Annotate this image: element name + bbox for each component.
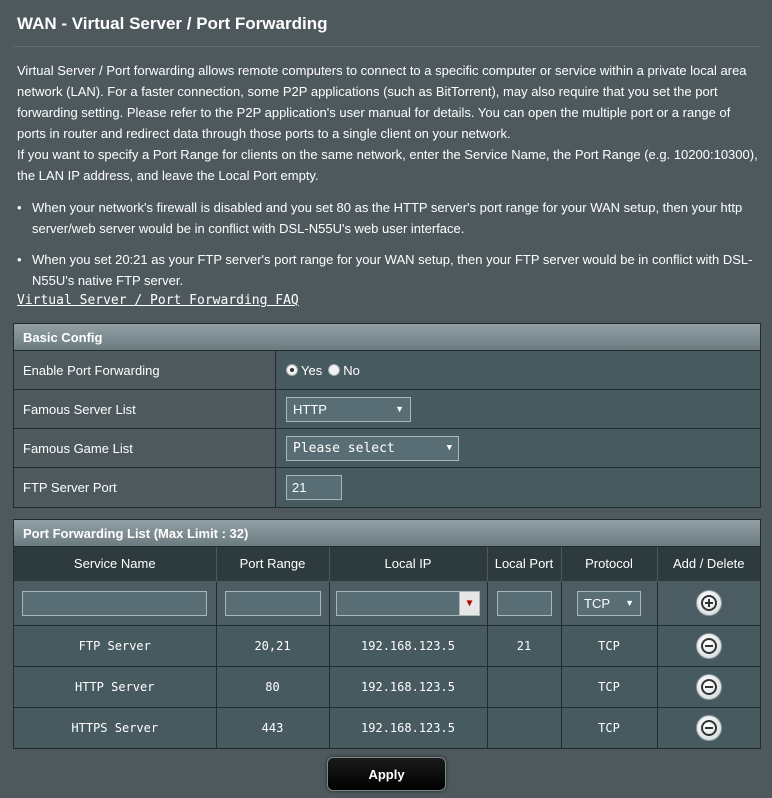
enable-port-forwarding-label: Enable Port Forwarding	[14, 351, 276, 389]
service-name-cell: FTP Server	[14, 625, 217, 667]
description: Virtual Server / Port forwarding allows …	[17, 60, 761, 186]
chevron-down-icon: ▼	[395, 404, 404, 414]
local-port-cell: 21	[487, 625, 562, 667]
minus-circle-icon	[700, 719, 717, 736]
local-port-cell	[487, 666, 562, 708]
local-ip-cell: 192.168.123.5	[329, 666, 488, 708]
local-port-cell	[487, 707, 562, 748]
famous-game-list-label: Famous Game List	[14, 429, 276, 467]
port-range-cell: 20,21	[216, 625, 330, 667]
description-paragraph-2: If you want to specify a Port Range for …	[17, 147, 758, 183]
port-forwarding-table: Service Name Port Range Local IP Local P…	[14, 547, 760, 748]
port-range-cell: 80	[216, 666, 330, 708]
service-name-cell: HTTPS Server	[14, 707, 217, 748]
protocol-cell: TCP	[561, 666, 658, 708]
protocol-select[interactable]: TCP ▼	[577, 590, 641, 616]
description-paragraph-1: Virtual Server / Port forwarding allows …	[17, 63, 747, 141]
local-ip-cell: 192.168.123.5	[329, 707, 488, 748]
column-header-service-name: Service Name	[14, 547, 217, 582]
famous-server-list-label: Famous Server List	[14, 390, 276, 428]
famous-server-select[interactable]: HTTP ▼	[286, 396, 411, 422]
delete-rule-button[interactable]	[695, 714, 722, 741]
ftp-server-port-label: FTP Server Port	[14, 468, 276, 507]
local-ip-cell: 192.168.123.5	[329, 625, 488, 667]
column-header-local-port: Local Port	[487, 547, 562, 582]
port-range-cell: 443	[216, 707, 330, 748]
port-forwarding-list-section: Port Forwarding List (Max Limit : 32) Se…	[13, 519, 761, 749]
protocol-cell: TCP	[561, 707, 658, 748]
famous-server-value: HTTP	[293, 401, 327, 417]
title-divider	[13, 46, 761, 47]
chevron-down-icon: ▼	[625, 598, 634, 608]
enable-no-radio[interactable]	[328, 364, 341, 376]
page-title: WAN - Virtual Server / Port Forwarding	[17, 14, 328, 33]
column-header-local-ip: Local IP	[329, 547, 488, 582]
minus-circle-icon	[700, 678, 717, 695]
faq-link[interactable]: Virtual Server / Port Forwarding FAQ	[17, 293, 299, 308]
add-rule-button[interactable]	[695, 590, 722, 616]
chevron-down-icon: ▼	[446, 443, 452, 453]
bullet-icon: •	[17, 200, 22, 215]
protocol-cell: TCP	[561, 625, 658, 667]
ftp-port-input[interactable]: 21	[286, 475, 342, 500]
service-name-cell: HTTP Server	[14, 666, 217, 708]
port-forwarding-list-header: Port Forwarding List (Max Limit : 32)	[14, 520, 760, 547]
local-ip-select[interactable]: ▼	[336, 590, 480, 616]
local-port-input[interactable]	[496, 590, 552, 616]
port-range-input[interactable]	[224, 590, 321, 616]
table-row: HTTP Server 80 192.168.123.5 TCP	[14, 666, 760, 708]
basic-config-section: Basic Config Enable Port Forwarding Yes …	[13, 323, 761, 508]
triangle-down-icon[interactable]: ▼	[459, 591, 479, 615]
delete-rule-button[interactable]	[695, 632, 722, 659]
famous-game-list-row: Famous Game List Please select ▼	[14, 429, 760, 468]
new-rule-row: ▼ TCP ▼	[14, 581, 760, 626]
enable-no-label: No	[343, 362, 360, 378]
column-header-add-delete: Add / Delete	[657, 547, 760, 582]
table-row: FTP Server 20,21 192.168.123.5 21 TCP	[14, 625, 760, 667]
column-header-protocol: Protocol	[561, 547, 658, 582]
note-item: • When your network's firewall is disable…	[17, 197, 761, 239]
note-list: • When your network's firewall is disable…	[17, 197, 761, 301]
ftp-server-port-row: FTP Server Port 21	[14, 468, 760, 507]
famous-game-value: Please select	[293, 440, 395, 456]
protocol-value: TCP	[584, 595, 610, 611]
table-row: HTTPS Server 443 192.168.123.5 TCP	[14, 707, 760, 748]
bullet-icon: •	[17, 252, 22, 267]
delete-rule-button[interactable]	[695, 673, 722, 700]
note-text: When you set 20:21 as your FTP server's …	[32, 252, 753, 288]
famous-game-select[interactable]: Please select ▼	[286, 435, 459, 461]
famous-server-list-row: Famous Server List HTTP ▼	[14, 390, 760, 429]
enable-yes-radio[interactable]	[286, 364, 298, 376]
enable-port-forwarding-row: Enable Port Forwarding Yes No	[14, 351, 760, 390]
basic-config-header: Basic Config	[14, 324, 760, 351]
apply-button[interactable]: Apply	[327, 757, 446, 791]
enable-yes-label: Yes	[301, 362, 323, 378]
minus-circle-icon	[700, 637, 717, 654]
service-name-input[interactable]	[22, 590, 208, 616]
note-item: • When you set 20:21 as your FTP server's…	[17, 249, 761, 291]
column-header-port-range: Port Range	[216, 547, 330, 582]
plus-circle-icon	[700, 595, 717, 611]
note-text: When your network's firewall is disabled…	[32, 200, 743, 236]
